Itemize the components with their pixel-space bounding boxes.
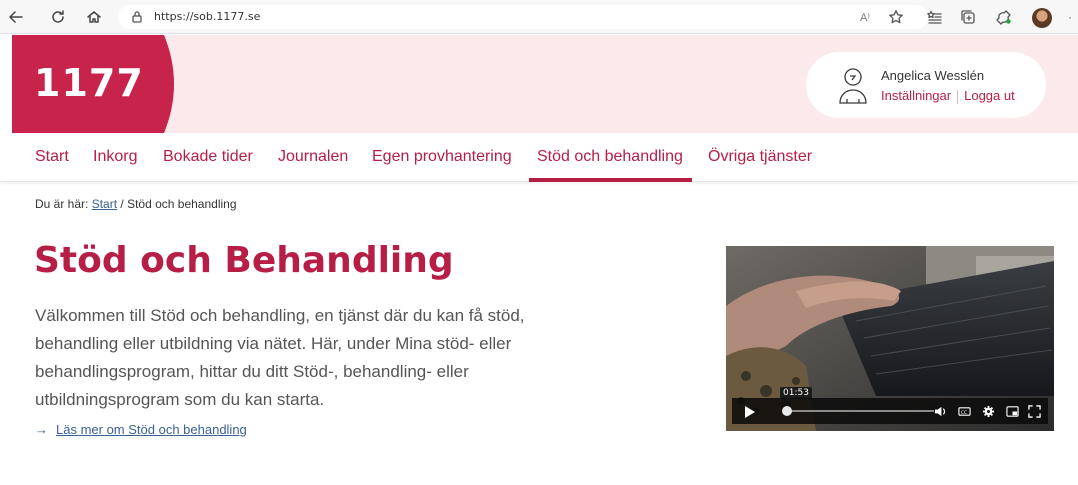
video-progress-bar[interactable] bbox=[786, 410, 934, 412]
link-divider bbox=[957, 89, 959, 104]
favorites-list-icon[interactable] bbox=[924, 7, 944, 27]
back-icon[interactable] bbox=[6, 7, 26, 27]
main-navigation: Start Inkorg Bokade tider Journalen Egen… bbox=[0, 134, 1078, 182]
favorite-star-icon[interactable] bbox=[886, 7, 906, 27]
breadcrumb-start-link[interactable]: Start bbox=[92, 197, 117, 211]
active-nav-indicator bbox=[529, 178, 692, 182]
arrow-right-icon: → bbox=[35, 422, 48, 437]
nav-item-egen-provhantering[interactable]: Egen provhantering bbox=[372, 148, 512, 166]
refresh-icon[interactable] bbox=[48, 7, 68, 27]
address-bar[interactable]: https://sob.1177.se bbox=[118, 5, 928, 29]
extensions-icon[interactable] bbox=[994, 7, 1014, 27]
collections-icon[interactable] bbox=[958, 7, 978, 27]
breadcrumb-current: Stöd och behandling bbox=[127, 197, 237, 211]
intro-text: Välkommen till Stöd och behandling, en t… bbox=[35, 306, 525, 409]
read-aloud-icon[interactable]: A⁾ bbox=[855, 7, 875, 27]
lock-icon bbox=[130, 10, 144, 24]
home-icon[interactable] bbox=[84, 7, 104, 27]
settings-gear-icon[interactable] bbox=[980, 403, 996, 419]
profile-avatar[interactable] bbox=[1032, 8, 1052, 28]
video-player[interactable]: 01:53 CC bbox=[726, 246, 1054, 431]
captions-icon[interactable]: CC bbox=[956, 403, 972, 419]
logout-link[interactable]: Logga ut bbox=[964, 88, 1015, 103]
user-name: Angelica Wesslén bbox=[881, 68, 985, 83]
breadcrumb-separator: / bbox=[120, 197, 124, 211]
svg-text:CC: CC bbox=[960, 409, 966, 415]
settings-link[interactable]: Inställningar bbox=[881, 88, 951, 103]
logo-text: 1177 bbox=[34, 61, 144, 105]
breadcrumb: Du är här: Start / Stöd och behandling bbox=[35, 197, 237, 211]
nav-item-ovriga-tjanster[interactable]: Övriga tjänster bbox=[708, 148, 812, 166]
breadcrumb-prefix: Du är här: bbox=[35, 197, 89, 211]
nav-item-stod-och-behandling[interactable]: Stöd och behandling bbox=[537, 148, 683, 166]
read-more-link[interactable]: → Läs mer om Stöd och behandling bbox=[35, 422, 247, 437]
nav-item-start[interactable]: Start bbox=[35, 148, 69, 166]
fullscreen-icon[interactable] bbox=[1026, 403, 1042, 419]
page-title: Stöd och Behandling bbox=[34, 240, 454, 281]
nav-item-bokade-tider[interactable]: Bokade tider bbox=[163, 148, 253, 166]
user-card: Angelica Wesslén Inställningar Logga ut bbox=[806, 52, 1046, 118]
user-links: Inställningar Logga ut bbox=[881, 88, 1015, 104]
user-icon bbox=[838, 65, 868, 105]
nav-item-journalen[interactable]: Journalen bbox=[278, 148, 348, 166]
nav-item-inkorg[interactable]: Inkorg bbox=[93, 148, 137, 166]
read-more-label: Läs mer om Stöd och behandling bbox=[56, 422, 247, 437]
video-scrubber[interactable] bbox=[782, 406, 792, 416]
picture-in-picture-icon[interactable] bbox=[1004, 403, 1020, 419]
url-text: https://sob.1177.se bbox=[154, 10, 261, 23]
browser-toolbar: https://sob.1177.se A⁾ · bbox=[0, 0, 1078, 34]
video-controls: CC bbox=[732, 398, 1048, 424]
site-header: 1177 Angelica Wesslén Inställningar Logga… bbox=[12, 35, 1078, 133]
logo[interactable]: 1177 bbox=[12, 35, 182, 133]
play-icon[interactable] bbox=[744, 405, 756, 418]
volume-icon[interactable] bbox=[932, 403, 948, 419]
more-icon[interactable]: · bbox=[1068, 10, 1072, 24]
